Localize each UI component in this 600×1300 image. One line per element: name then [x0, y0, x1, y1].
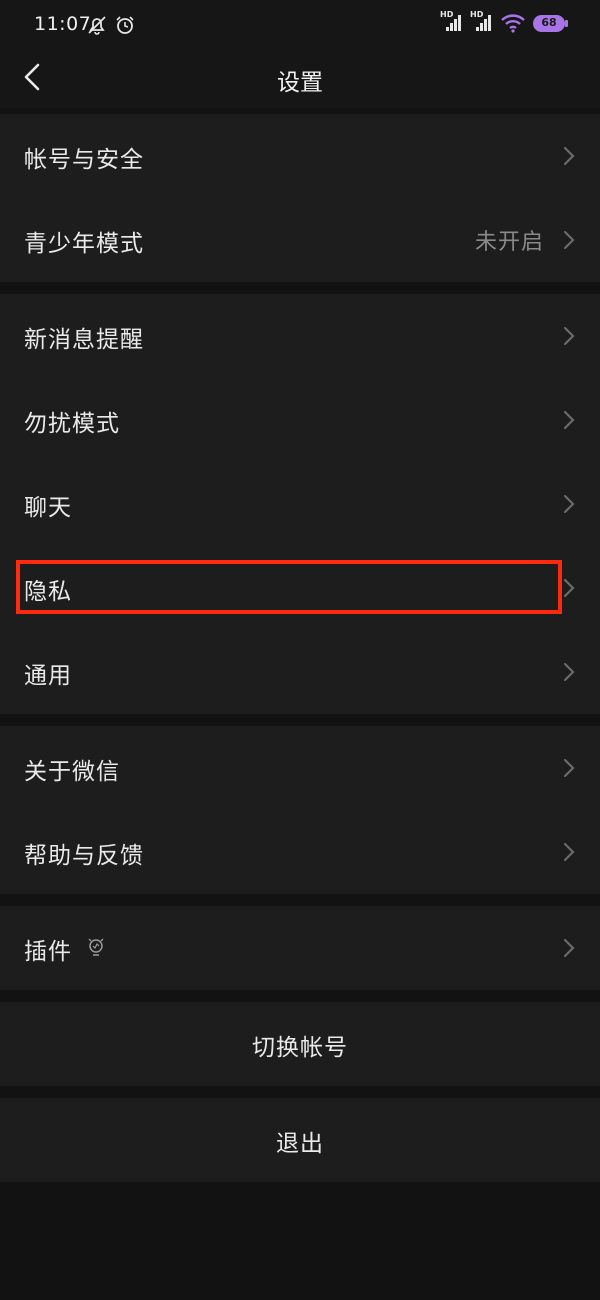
settings-row-privacy[interactable]: 隐私 [0, 546, 600, 630]
hd-label: HD [470, 10, 484, 19]
account-group: 帐号与安全 青少年模式 未开启 [0, 114, 600, 282]
status-time: 11:07 [34, 13, 92, 35]
logout-button[interactable]: 退出 [0, 1098, 600, 1182]
page-title: 设置 [277, 70, 323, 96]
lightbulb-icon [88, 938, 104, 956]
switch-account-label: 切换帐号 [252, 1035, 348, 1061]
row-label: 聊天 [24, 495, 72, 521]
settings-row-about-wechat[interactable]: 关于微信 [0, 726, 600, 810]
chevron-right-icon [563, 230, 575, 250]
plugins-group: 插件 [0, 906, 600, 990]
row-label: 关于微信 [24, 759, 120, 785]
hd-label: HD [440, 10, 454, 19]
row-label: 通用 [24, 663, 72, 689]
chevron-right-icon [563, 410, 575, 430]
settings-row-account-security[interactable]: 帐号与安全 [0, 114, 600, 198]
chevron-right-icon [563, 326, 575, 346]
switch-account-button[interactable]: 切换帐号 [0, 1002, 600, 1086]
battery-icon: 68 [533, 15, 568, 32]
chevron-right-icon [563, 146, 575, 166]
settings-row-help-feedback[interactable]: 帮助与反馈 [0, 810, 600, 894]
row-label: 新消息提醒 [24, 327, 144, 353]
settings-row-chat[interactable]: 聊天 [0, 462, 600, 546]
row-label: 勿扰模式 [24, 411, 120, 437]
settings-row-new-message-alerts[interactable]: 新消息提醒 [0, 294, 600, 378]
row-label: 帐号与安全 [24, 147, 144, 173]
row-value: 未开启 [474, 230, 544, 255]
settings-row-do-not-disturb[interactable]: 勿扰模式 [0, 378, 600, 462]
chevron-right-icon [563, 938, 575, 958]
row-label: 插件 [24, 939, 72, 965]
row-label: 帮助与反馈 [24, 843, 144, 869]
nav-bar: 设置 [0, 50, 600, 108]
row-label: 隐私 [24, 579, 72, 605]
signal-2: HD [470, 10, 496, 38]
settings-row-teen-mode[interactable]: 青少年模式 未开启 [0, 198, 600, 282]
settings-row-plugins[interactable]: 插件 [0, 906, 600, 990]
status-bar: 11:07 HD HD 68 [0, 0, 600, 50]
about-group: 关于微信 帮助与反馈 [0, 726, 600, 894]
mute-bell-icon [88, 16, 106, 35]
settings-row-general[interactable]: 通用 [0, 630, 600, 714]
chevron-right-icon [563, 842, 575, 862]
battery-level: 68 [541, 16, 557, 29]
alarm-icon [116, 16, 134, 34]
chevron-right-icon [563, 662, 575, 682]
chevron-right-icon [563, 494, 575, 514]
notifications-group: 新消息提醒 勿扰模式 聊天 隐私 通用 [0, 294, 600, 714]
wifi-icon [501, 14, 525, 33]
logout-label: 退出 [276, 1131, 324, 1157]
signal-1: HD [440, 10, 466, 38]
row-label: 青少年模式 [24, 231, 144, 257]
chevron-right-icon [563, 578, 575, 598]
chevron-right-icon [563, 758, 575, 778]
